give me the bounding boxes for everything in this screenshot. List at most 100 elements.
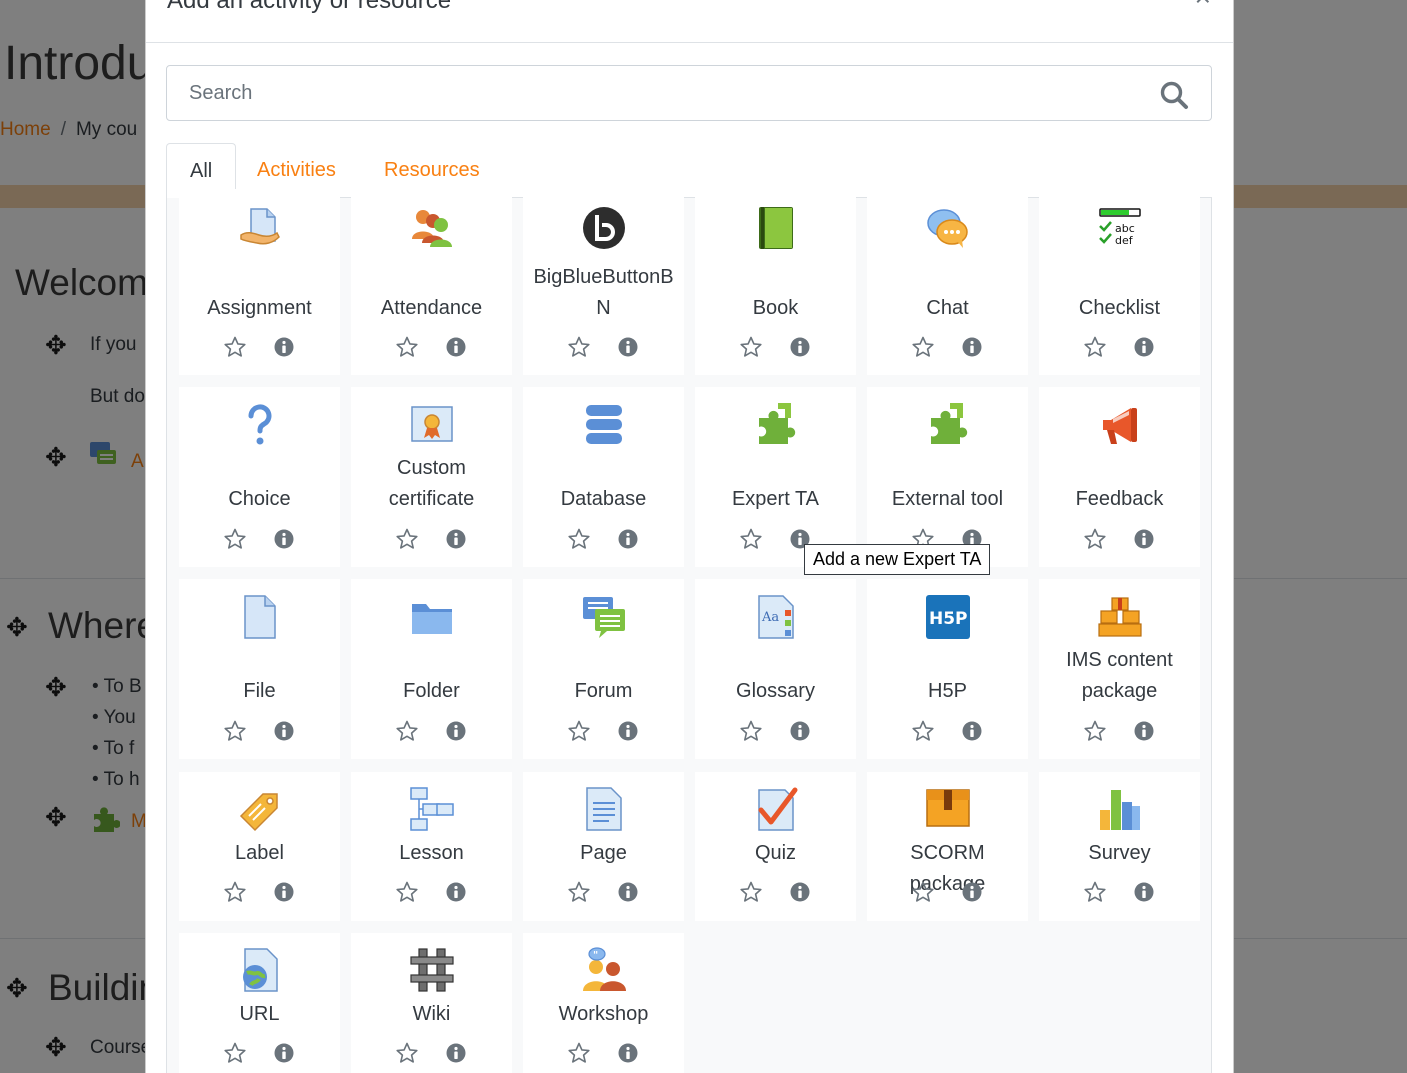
module-card-survey[interactable]: Survey [1039, 772, 1200, 921]
star-icon[interactable] [567, 1041, 591, 1065]
info-icon[interactable] [446, 1043, 466, 1063]
star-icon[interactable] [1083, 880, 1107, 904]
module-card-chat[interactable]: Chat [867, 189, 1028, 375]
search-input[interactable] [167, 66, 1211, 120]
star-icon[interactable] [395, 527, 419, 551]
star-icon[interactable] [739, 527, 763, 551]
star-icon[interactable] [1083, 335, 1107, 359]
info-icon[interactable] [618, 529, 638, 549]
info-icon[interactable] [1134, 721, 1154, 741]
info-icon[interactable] [1134, 882, 1154, 902]
info-icon[interactable] [618, 337, 638, 357]
module-name: BigBlueButtonBN [533, 266, 674, 319]
star-icon[interactable] [395, 335, 419, 359]
module-card-wiki[interactable]: Wiki [351, 933, 512, 1073]
module-card-file[interactable]: File [179, 579, 340, 759]
module-card-choice[interactable]: Choice [179, 387, 340, 567]
star-icon[interactable] [911, 335, 935, 359]
info-icon[interactable] [962, 721, 982, 741]
module-card-book[interactable]: Book [695, 189, 856, 375]
module-name: SCORM package [909, 842, 986, 895]
activity-chooser-modal: Add an activity or resource × All Activi… [145, 0, 1234, 1073]
folder-icon [412, 604, 452, 634]
module-card-feedback[interactable]: Feedback [1039, 387, 1200, 567]
star-icon[interactable] [223, 527, 247, 551]
info-icon[interactable] [618, 882, 638, 902]
star-icon[interactable] [395, 880, 419, 904]
module-card-database[interactable]: Database [523, 387, 684, 567]
module-name: Database [560, 488, 647, 510]
info-icon[interactable] [274, 529, 294, 549]
module-card-assignment[interactable]: Assignment [179, 189, 340, 375]
star-icon[interactable] [223, 335, 247, 359]
module-card-external-tool[interactable]: External tool [867, 387, 1028, 567]
info-icon[interactable] [790, 882, 810, 902]
info-icon[interactable] [1134, 337, 1154, 357]
close-icon[interactable]: × [1195, 0, 1211, 11]
module-name: Folder [403, 680, 460, 702]
star-icon[interactable] [911, 880, 935, 904]
star-icon[interactable] [567, 527, 591, 551]
file-icon [244, 595, 276, 639]
module-card-lesson[interactable]: Lesson [351, 772, 512, 921]
info-icon[interactable] [274, 721, 294, 741]
info-icon[interactable] [962, 337, 982, 357]
info-icon[interactable] [618, 1043, 638, 1063]
bigbluebutton-icon [583, 207, 625, 249]
module-card-label[interactable]: Label [179, 772, 340, 921]
info-icon[interactable] [274, 1043, 294, 1063]
info-icon[interactable] [962, 882, 982, 902]
module-card-folder[interactable]: Folder [351, 579, 512, 759]
info-icon[interactable] [446, 882, 466, 902]
module-card-url[interactable]: URL [179, 933, 340, 1073]
star-icon[interactable] [1083, 527, 1107, 551]
star-icon[interactable] [395, 1041, 419, 1065]
module-card-expert-ta[interactable]: Expert TA [695, 387, 856, 567]
star-icon[interactable] [223, 880, 247, 904]
star-icon[interactable] [739, 335, 763, 359]
star-icon[interactable] [911, 719, 935, 743]
module-card-page[interactable]: Page [523, 772, 684, 921]
info-icon[interactable] [446, 721, 466, 741]
module-name: External tool [891, 488, 1004, 510]
star-icon[interactable] [567, 719, 591, 743]
star-icon[interactable] [739, 880, 763, 904]
module-card-checklist[interactable]: abc def Checklist [1039, 189, 1200, 375]
ims-package-icon [1098, 597, 1142, 637]
certificate-icon [411, 406, 453, 442]
puzzle-icon [931, 403, 968, 444]
star-icon[interactable] [395, 719, 419, 743]
info-icon[interactable] [790, 337, 810, 357]
module-card-ims-content-package[interactable]: IMS content package [1039, 579, 1200, 759]
info-icon[interactable] [790, 721, 810, 741]
star-icon[interactable] [223, 1041, 247, 1065]
star-icon[interactable] [739, 719, 763, 743]
star-icon[interactable] [1083, 719, 1107, 743]
url-icon [243, 948, 278, 992]
info-icon[interactable] [446, 337, 466, 357]
module-card-scorm-package[interactable]: SCORM package [867, 772, 1028, 921]
module-card-workshop[interactable]: " Workshop [523, 933, 684, 1073]
svg-text:def: def [1115, 234, 1134, 247]
star-icon[interactable] [567, 880, 591, 904]
module-card-h5p[interactable]: H5P H5P [867, 579, 1028, 759]
info-icon[interactable] [274, 337, 294, 357]
module-card-custom-certificate[interactable]: Custom certificate [351, 387, 512, 567]
star-icon[interactable] [223, 719, 247, 743]
info-icon[interactable] [1134, 529, 1154, 549]
module-name: H5P [928, 680, 967, 702]
glossary-icon: Aa [758, 595, 794, 639]
module-card-quiz[interactable]: Quiz [695, 772, 856, 921]
svg-text:H5P: H5P [929, 609, 968, 629]
module-card-bigbluebuttonbn[interactable]: BigBlueButtonBN [523, 189, 684, 375]
module-name: Forum [574, 680, 633, 702]
module-name: URL [239, 1003, 280, 1025]
info-icon[interactable] [446, 529, 466, 549]
info-icon[interactable] [274, 882, 294, 902]
info-icon[interactable] [618, 721, 638, 741]
lesson-icon [410, 787, 454, 831]
module-card-attendance[interactable]: Attendance [351, 189, 512, 375]
module-card-glossary[interactable]: Aa Glossary [695, 579, 856, 759]
module-card-forum[interactable]: Forum [523, 579, 684, 759]
star-icon[interactable] [567, 335, 591, 359]
